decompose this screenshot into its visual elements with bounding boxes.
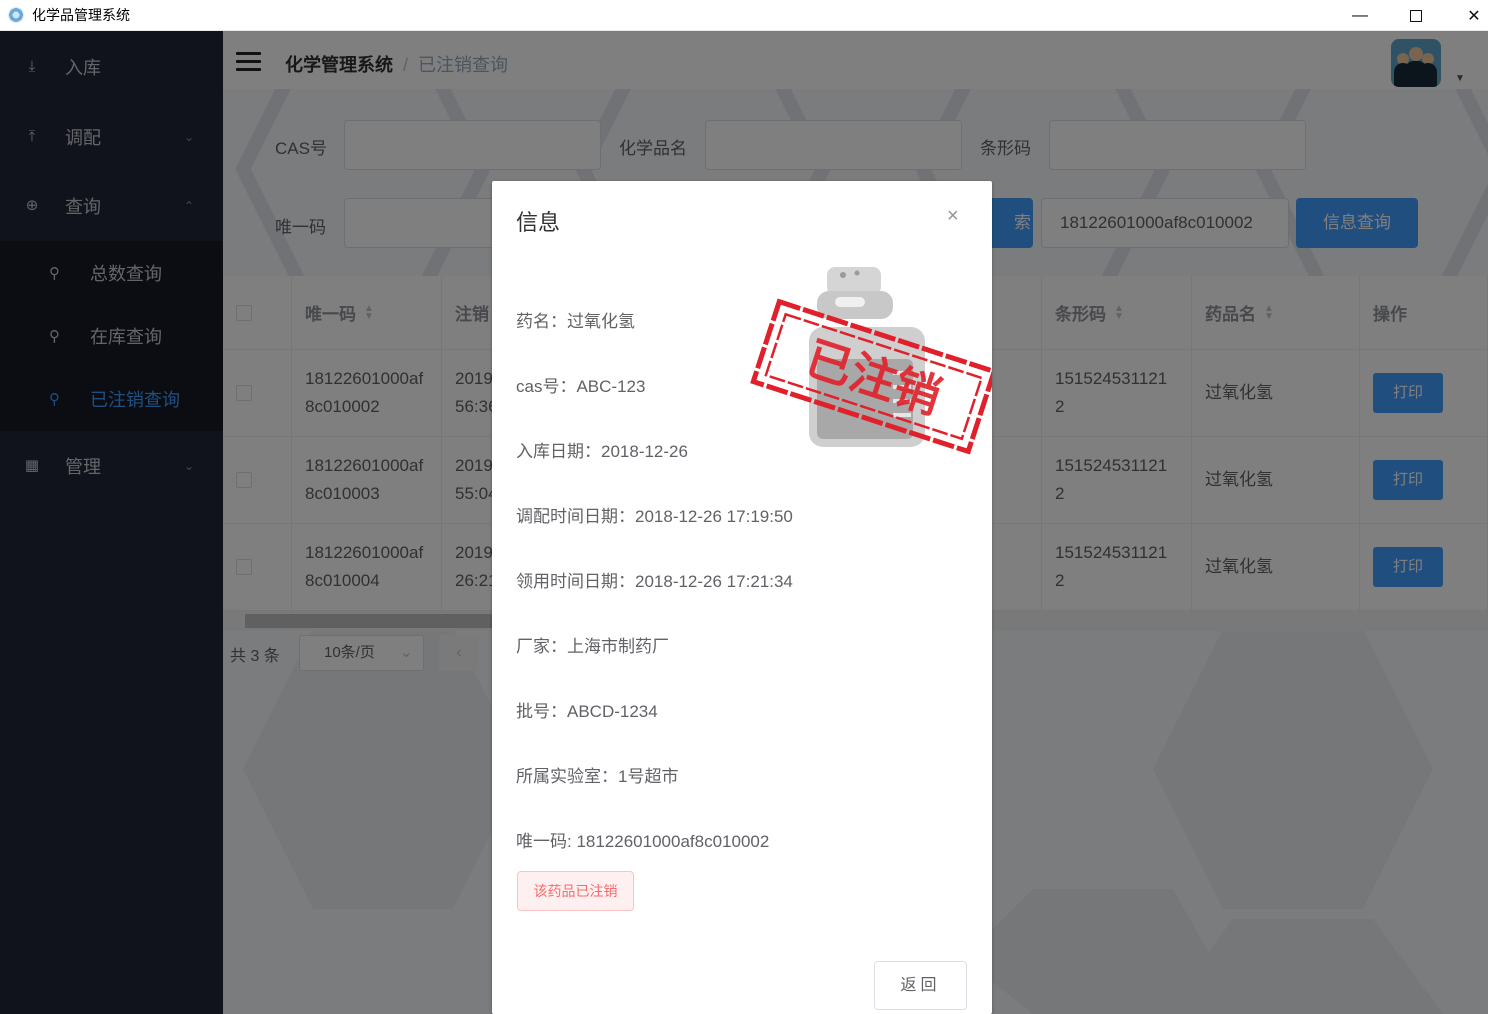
info-dialog: 信息 × 已注销 药名：过氧化氢 cas号：ABC-123 入库日期：2018-… [492, 181, 992, 1014]
info-lab: 所属实验室：1号超市 [516, 767, 679, 786]
dialog-title: 信息 [516, 210, 561, 235]
close-window-button[interactable]: ✕ [1444, 0, 1488, 31]
window-title: 化学品管理系统 [32, 7, 130, 23]
back-button[interactable]: 返回 [874, 961, 967, 1010]
minimize-button[interactable]: — [1330, 0, 1390, 31]
maximize-icon [1410, 9, 1422, 22]
status-badge: 该药品已注销 [517, 871, 634, 911]
app-icon [8, 7, 24, 23]
close-icon[interactable]: × [947, 205, 959, 228]
maximize-button[interactable] [1386, 0, 1446, 31]
info-unique-code: 唯一码: 18122601000af8c010002 [516, 832, 770, 851]
info-manufacturer: 厂家：上海市制药厂 [516, 637, 669, 656]
info-dispatch-time: 调配时间日期：2018-12-26 17:19:50 [516, 507, 793, 526]
info-batch: 批号：ABCD-1234 [516, 702, 658, 721]
info-inbound-date: 入库日期：2018-12-26 [516, 442, 688, 461]
window-titlebar: 化学品管理系统 — ✕ [0, 0, 1488, 31]
info-drug-name: 药名：过氧化氢 [516, 312, 635, 331]
cancelled-stamp: 已注销 [750, 267, 992, 455]
info-use-time: 领用时间日期：2018-12-26 17:21:34 [516, 572, 793, 591]
info-cas: cas号：ABC-123 [516, 377, 646, 396]
